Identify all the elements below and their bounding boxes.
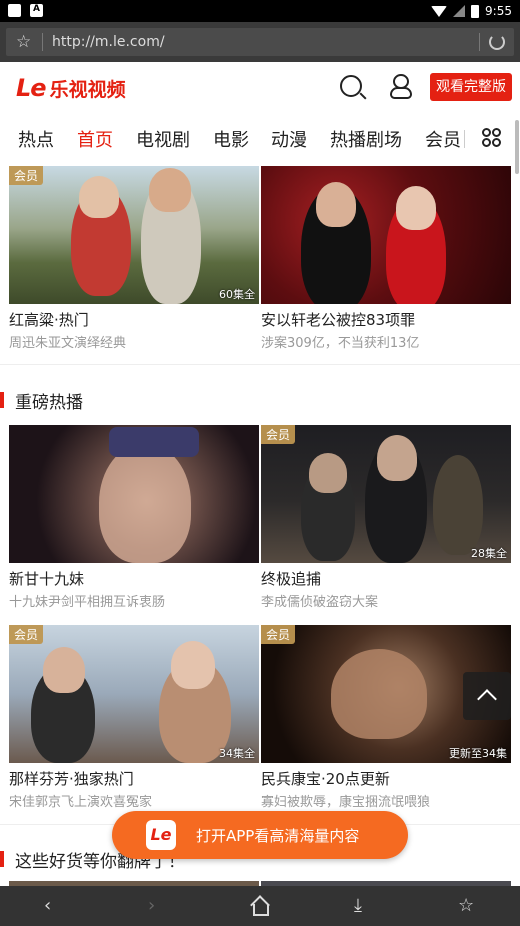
- video-thumbnail[interactable]: 会员 28集全: [261, 425, 511, 563]
- url-text[interactable]: http://m.le.com/: [52, 34, 165, 50]
- divider: [0, 364, 520, 365]
- wifi-icon: [431, 5, 448, 17]
- status-bar: 9:55: [0, 0, 520, 22]
- url-divider: [42, 33, 43, 51]
- back-to-top-button[interactable]: [463, 672, 511, 720]
- video-card[interactable]: 新甘十九妹 十九妹尹剑平相拥互诉衷肠: [9, 425, 259, 610]
- browser-url-bar: ☆ http://m.le.com/: [0, 22, 520, 62]
- video-subtitle: 周迅朱亚文演绎经典: [9, 336, 127, 351]
- open-app-banner[interactable]: Le 打开APP看高清海量内容: [112, 811, 408, 859]
- video-thumbnail[interactable]: 会员 34集全: [9, 625, 259, 763]
- vip-badge: 会员: [9, 166, 44, 185]
- episode-count: 60集全: [219, 288, 255, 301]
- app-logo-icon: Le: [146, 820, 176, 850]
- open-app-label: 打开APP看高清海量内容: [196, 827, 360, 845]
- tab-anime[interactable]: 动漫: [271, 126, 307, 152]
- category-nav: 热点 首页 电视剧 电影 动漫 热播剧场 会员: [0, 114, 520, 162]
- video-title[interactable]: 那样芬芳·独家热门: [9, 768, 259, 789]
- video-title[interactable]: 民兵康宝·20点更新: [261, 768, 511, 789]
- refresh-divider: [479, 33, 480, 51]
- video-subtitle: 寡妇被欺辱，康宝捆流氓喂狼: [261, 795, 431, 810]
- tab-hot-theater[interactable]: 热播剧场: [330, 126, 402, 152]
- video-subtitle: 李成儒侦破盗窃大案: [261, 595, 379, 610]
- bookmark-star-icon[interactable]: ☆: [16, 32, 31, 52]
- section-header: 重磅热播: [0, 386, 520, 416]
- tab-home[interactable]: 首页: [77, 126, 113, 152]
- tab-hot[interactable]: 热点: [18, 126, 54, 152]
- refresh-icon[interactable]: [489, 34, 505, 50]
- video-card[interactable]: 安以轩老公被控83项罪 涉案309亿，不当获利13亿: [261, 166, 511, 351]
- episode-count: 34集全: [219, 747, 255, 760]
- tab-vip[interactable]: 会员: [425, 126, 461, 152]
- forward-icon[interactable]: ›: [148, 894, 155, 918]
- section-accent: [0, 392, 4, 408]
- download-icon[interactable]: ⤓: [354, 894, 362, 918]
- battery-icon: [471, 4, 480, 18]
- vip-badge: 会员: [261, 625, 296, 644]
- section-accent: [0, 851, 4, 867]
- episode-count: 28集全: [471, 547, 507, 560]
- episode-count: 更新至34集: [449, 747, 507, 760]
- more-categories-icon[interactable]: [482, 128, 502, 148]
- video-title[interactable]: 新甘十九妹: [9, 568, 259, 589]
- video-title[interactable]: 红高粱·热门: [9, 309, 259, 330]
- url-field[interactable]: ☆ http://m.le.com/: [6, 28, 514, 56]
- video-subtitle: 涉案309亿，不当获利13亿: [261, 336, 420, 351]
- home-icon[interactable]: [250, 896, 270, 916]
- video-subtitle: 宋佳郭京飞上演欢喜冤家: [9, 795, 153, 810]
- watch-full-version-button[interactable]: 观看完整版: [430, 73, 512, 101]
- browser-bottom-bar: ‹ › ⤓ ☆: [0, 886, 520, 926]
- le-logo[interactable]: Le 乐视视频: [16, 74, 126, 102]
- scrollbar[interactable]: [515, 120, 519, 174]
- app-header: Le 乐视视频 观看完整版: [0, 62, 520, 114]
- vip-badge: 会员: [9, 625, 44, 644]
- tab-movies[interactable]: 电影: [213, 126, 249, 152]
- back-icon[interactable]: ‹: [44, 894, 51, 918]
- tab-tv-series[interactable]: 电视剧: [136, 126, 190, 152]
- video-title[interactable]: 安以轩老公被控83项罪: [261, 309, 511, 330]
- video-thumbnail[interactable]: [261, 166, 511, 304]
- search-icon[interactable]: [340, 75, 362, 97]
- video-card[interactable]: 会员 28集全 终极追捕 李成儒侦破盗窃大案: [261, 425, 511, 610]
- logo-text: 乐视视频: [49, 78, 126, 101]
- status-icons: 9:55: [431, 2, 512, 20]
- notification-icon: [8, 4, 21, 17]
- logo-mark: Le: [16, 74, 47, 102]
- status-time: 9:55: [485, 4, 512, 18]
- video-card[interactable]: 会员 60集全 红高粱·热门 周迅朱亚文演绎经典: [9, 166, 259, 351]
- vip-badge: 会员: [261, 425, 296, 444]
- bookmarks-star-icon[interactable]: ☆: [458, 894, 474, 918]
- signal-icon: [453, 5, 466, 17]
- user-icon[interactable]: [390, 74, 412, 100]
- notification-a-icon: [30, 4, 43, 17]
- video-card[interactable]: 会员 34集全 那样芬芳·独家热门 宋佳郭京飞上演欢喜冤家: [9, 625, 259, 810]
- video-thumbnail[interactable]: [9, 425, 259, 563]
- nav-divider: [464, 130, 465, 148]
- video-thumbnail[interactable]: 会员 60集全: [9, 166, 259, 304]
- screen: 9:55 ☆ http://m.le.com/ Le 乐视视频 观看完整版 热点…: [0, 0, 520, 926]
- video-title[interactable]: 终极追捕: [261, 568, 511, 589]
- section-title: 重磅热播: [15, 393, 83, 413]
- video-subtitle: 十九妹尹剑平相拥互诉衷肠: [9, 595, 166, 610]
